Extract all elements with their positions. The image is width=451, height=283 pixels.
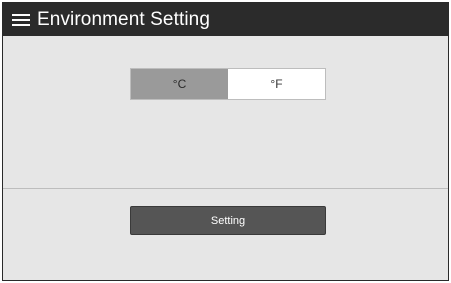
page-title: Environment Setting — [37, 9, 210, 30]
fahrenheit-option[interactable]: °F — [228, 69, 325, 99]
hamburger-menu-icon[interactable] — [12, 13, 30, 27]
environment-setting-screen: Environment Setting °C °F Setting — [2, 2, 449, 281]
celsius-option[interactable]: °C — [131, 69, 228, 99]
header-bar: Environment Setting — [3, 3, 448, 36]
section-divider — [3, 188, 448, 189]
temperature-unit-toggle: °C °F — [130, 68, 326, 100]
setting-button[interactable]: Setting — [130, 206, 326, 235]
